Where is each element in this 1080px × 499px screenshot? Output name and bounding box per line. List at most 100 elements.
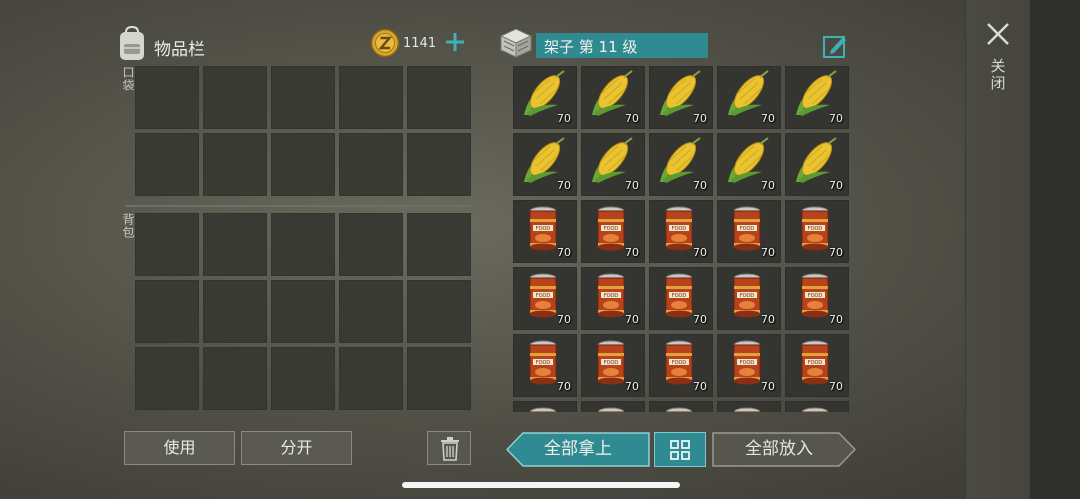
container-slot-food-can[interactable]: FOOD (513, 401, 577, 412)
backpack-slot[interactable] (339, 213, 403, 276)
pocket-slot[interactable] (135, 66, 199, 129)
item-quantity: 70 (761, 112, 775, 125)
backpack-slot[interactable] (203, 213, 267, 276)
backpack-slot[interactable] (135, 347, 199, 410)
put-all-label: 全部放入 (745, 439, 813, 459)
container-slot-food-can[interactable]: FOOD (649, 401, 713, 412)
container-grid: 70 70 70 70 70 70 70 70 70 70 FOOD 70 FO… (513, 66, 849, 412)
backpack-slot[interactable] (203, 347, 267, 410)
item-quantity: 70 (625, 313, 639, 326)
pocket-slot[interactable] (407, 66, 471, 129)
item-quantity: 70 (625, 112, 639, 125)
item-quantity: 70 (693, 313, 707, 326)
pocket-slot[interactable] (271, 66, 335, 129)
discard-button[interactable] (427, 431, 471, 465)
container-slot-food-can[interactable]: FOOD 70 (649, 267, 713, 330)
container-slot-food-can[interactable]: FOOD 70 (513, 267, 577, 330)
container-slot-food-can[interactable]: FOOD 70 (785, 267, 849, 330)
take-all-button[interactable]: 全部拿上 (506, 432, 650, 467)
coin-amount: 1141 (403, 36, 437, 51)
container-slot-corn[interactable]: 70 (513, 133, 577, 196)
food-can-icon: FOOD (801, 407, 829, 412)
container-slot-food-can[interactable]: FOOD (785, 401, 849, 412)
pocket-slot[interactable] (339, 133, 403, 196)
inventory-title: 物品栏 (154, 40, 205, 60)
container-slot-food-can[interactable]: FOOD 70 (581, 267, 645, 330)
container-slot-food-can[interactable]: FOOD (717, 401, 781, 412)
svg-text:FOOD: FOOD (808, 226, 823, 232)
pocket-slot[interactable] (203, 133, 267, 196)
backpack-slot[interactable] (339, 280, 403, 343)
pocket-slot[interactable] (407, 133, 471, 196)
food-can-icon: FOOD (733, 407, 761, 412)
put-all-button[interactable]: 全部放入 (712, 432, 856, 467)
container-slot-food-can[interactable]: FOOD (581, 401, 645, 412)
home-indicator (402, 482, 680, 488)
pocket-slot[interactable] (135, 133, 199, 196)
container-slot-corn[interactable]: 70 (649, 66, 713, 129)
grid-icon (670, 440, 690, 460)
container-slot-food-can[interactable]: FOOD 70 (513, 200, 577, 263)
item-quantity: 70 (761, 313, 775, 326)
item-quantity: 70 (761, 246, 775, 259)
container-slot-corn[interactable]: 70 (785, 133, 849, 196)
backpack-slot[interactable] (271, 213, 335, 276)
svg-text:FOOD: FOOD (740, 226, 755, 232)
backpack-slot[interactable] (339, 347, 403, 410)
container-slot-food-can[interactable]: FOOD 70 (717, 200, 781, 263)
item-quantity: 70 (557, 313, 571, 326)
item-quantity: 70 (557, 380, 571, 393)
food-can-icon: FOOD (665, 407, 693, 412)
add-coins-icon[interactable] (444, 31, 466, 53)
container-slot-food-can[interactable]: FOOD 70 (649, 200, 713, 263)
trash-icon (441, 437, 459, 461)
container-slot-corn[interactable]: 70 (785, 66, 849, 129)
container-slot-corn[interactable]: 70 (513, 66, 577, 129)
container-slot-food-can[interactable]: FOOD 70 (717, 334, 781, 397)
backpack-slot[interactable] (135, 213, 199, 276)
svg-text:FOOD: FOOD (808, 293, 823, 299)
use-button[interactable]: 使用 (124, 431, 235, 465)
backpack-slot[interactable] (407, 280, 471, 343)
coin-balance: 1141 (370, 28, 474, 60)
item-quantity: 70 (761, 380, 775, 393)
container-slot-food-can[interactable]: FOOD 70 (649, 334, 713, 397)
svg-text:FOOD: FOOD (536, 226, 551, 232)
container-slot-food-can[interactable]: FOOD 70 (785, 334, 849, 397)
pocket-slot[interactable] (203, 66, 267, 129)
pocket-slot[interactable] (339, 66, 403, 129)
container-slot-food-can[interactable]: FOOD 70 (717, 267, 781, 330)
svg-text:FOOD: FOOD (740, 360, 755, 366)
container-slot-corn[interactable]: 70 (717, 66, 781, 129)
container-slot-corn[interactable]: 70 (649, 133, 713, 196)
container-slot-food-can[interactable]: FOOD 70 (581, 334, 645, 397)
item-quantity: 70 (829, 380, 843, 393)
split-button[interactable]: 分开 (241, 431, 352, 465)
svg-text:FOOD: FOOD (672, 360, 687, 366)
container-title: 架子 第 11 级 (536, 33, 708, 58)
backpack-slot[interactable] (407, 347, 471, 410)
coin-icon (370, 28, 400, 58)
backpack-slot[interactable] (271, 280, 335, 343)
pocket-slot[interactable] (271, 133, 335, 196)
container-slot-corn[interactable]: 70 (717, 133, 781, 196)
sort-grid-button[interactable] (654, 432, 706, 467)
item-quantity: 70 (693, 246, 707, 259)
item-quantity: 70 (557, 246, 571, 259)
rename-edit-icon[interactable] (822, 33, 848, 59)
backpack-slot[interactable] (407, 213, 471, 276)
section-divider (125, 205, 471, 207)
item-quantity: 70 (625, 246, 639, 259)
backpack-slot[interactable] (135, 280, 199, 343)
container-slot-food-can[interactable]: FOOD 70 (513, 334, 577, 397)
item-quantity: 70 (829, 246, 843, 259)
container-slot-food-can[interactable]: FOOD 70 (785, 200, 849, 263)
container-slot-corn[interactable]: 70 (581, 66, 645, 129)
item-quantity: 70 (625, 380, 639, 393)
container-slot-food-can[interactable]: FOOD 70 (581, 200, 645, 263)
close-label: 关闭 (988, 58, 1007, 92)
backpack-slot[interactable] (203, 280, 267, 343)
backpack-slot[interactable] (271, 347, 335, 410)
container-slot-corn[interactable]: 70 (581, 133, 645, 196)
close-button[interactable]: 关闭 (984, 20, 1012, 104)
